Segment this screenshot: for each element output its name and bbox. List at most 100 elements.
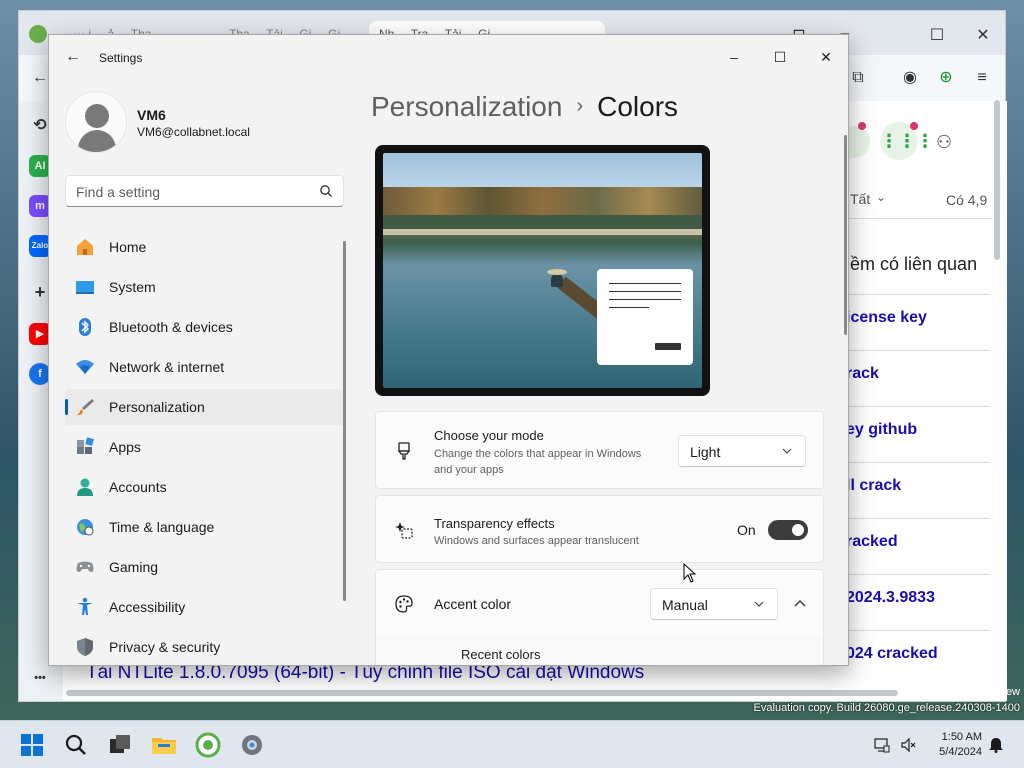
- profile-email: VM6@collabnet.local: [137, 125, 250, 139]
- nav-item-accessibility[interactable]: Accessibility: [65, 589, 344, 625]
- notification-bell-icon[interactable]: [988, 737, 1004, 753]
- minimize-button[interactable]: –: [711, 41, 757, 73]
- settings-app-icon[interactable]: [238, 731, 266, 759]
- settings-window[interactable]: ← Settings – ☐ ✕ VM6 VM6@collabnet.local…: [48, 34, 849, 666]
- divider: [826, 630, 990, 631]
- accent-dropdown[interactable]: Manual: [650, 588, 778, 620]
- home-icon: [77, 239, 93, 255]
- coccoc-browser-icon[interactable]: [194, 731, 222, 759]
- profile-icon[interactable]: ◉: [899, 67, 921, 89]
- download-icon[interactable]: ⊕: [935, 67, 957, 89]
- start-icon[interactable]: [18, 731, 46, 759]
- boatman-shape: [551, 273, 563, 287]
- nav-item-apps[interactable]: Apps: [65, 429, 344, 465]
- clock[interactable]: 1:50 AM 5/4/2024: [939, 730, 982, 760]
- clock-time: 1:50 AM: [941, 731, 982, 743]
- nav-item-system[interactable]: System: [65, 269, 344, 305]
- back-arrow-icon[interactable]: ←: [63, 47, 83, 67]
- accent-color-card[interactable]: Accent color Manual: [375, 569, 824, 637]
- mode-dropdown[interactable]: Light: [678, 435, 806, 467]
- watermark-line2: Evaluation copy. Build 26080.ge_release.…: [753, 702, 1020, 714]
- related-search-link[interactable]: 024 cracked: [846, 645, 938, 663]
- page-horizontal-scrollbar[interactable]: [66, 690, 898, 696]
- nav-item-personalization[interactable]: Personalization: [65, 389, 344, 425]
- chevron-down-icon: [754, 601, 764, 607]
- theme-preview: [375, 145, 710, 396]
- avatar-head: [85, 104, 109, 128]
- card-title: Choose your mode: [434, 428, 544, 443]
- volume-muted-icon[interactable]: [900, 737, 916, 753]
- network-tray-icon[interactable]: [874, 737, 890, 753]
- page-vertical-scrollbar[interactable]: [994, 100, 1000, 260]
- related-search-link[interactable]: 2024.3.9833: [846, 589, 935, 607]
- related-search-link[interactable]: rack: [846, 365, 879, 383]
- search-input[interactable]: [76, 182, 306, 202]
- divider: [826, 294, 990, 295]
- toggle-knob: [792, 524, 804, 536]
- preview-line: [609, 283, 681, 284]
- nav-label: Privacy & security: [109, 639, 221, 655]
- maximize-button[interactable]: ☐: [757, 41, 803, 73]
- nav-label: Personalization: [109, 399, 205, 415]
- shield-icon: [77, 638, 93, 656]
- nav-item-accounts[interactable]: Accounts: [65, 469, 344, 505]
- nav-item-network[interactable]: Network & internet: [65, 349, 344, 385]
- breadcrumb-separator-icon: ›: [576, 95, 584, 117]
- apps-icon: [77, 437, 94, 454]
- related-search-link[interactable]: ey github: [846, 421, 917, 439]
- related-search-link[interactable]: ll crack: [846, 477, 901, 495]
- nav-label: Accounts: [109, 479, 167, 495]
- divider: [826, 218, 992, 219]
- divider: [826, 574, 990, 575]
- account-icon: [77, 478, 93, 496]
- browser-maximize-button[interactable]: ☐: [927, 25, 947, 45]
- nav-label: Network & internet: [109, 359, 225, 375]
- breadcrumb-parent[interactable]: Personalization: [371, 91, 562, 122]
- browser-close-button[interactable]: ✕: [973, 25, 993, 45]
- filter-label[interactable]: Tất: [850, 191, 870, 207]
- notification-dot: [858, 122, 866, 130]
- browser-menu-icon[interactable]: ≡: [971, 67, 993, 89]
- palette-icon: [395, 595, 413, 613]
- content-scrollbar[interactable]: [844, 135, 847, 335]
- card-title: Transparency effects: [434, 516, 555, 531]
- nav-item-bluetooth[interactable]: Bluetooth & devices: [65, 309, 344, 345]
- user-icon[interactable]: ⚇: [936, 132, 952, 153]
- bluetooth-icon: [79, 318, 91, 336]
- nav-scrollbar[interactable]: [343, 241, 346, 601]
- mouse-cursor-icon: [683, 563, 697, 583]
- transparency-toggle[interactable]: [768, 520, 808, 540]
- riverbank-shape: [383, 229, 702, 235]
- close-button[interactable]: ✕: [803, 41, 848, 73]
- divider: [826, 406, 990, 407]
- nav-item-time-language[interactable]: Time & language: [65, 509, 344, 545]
- search-box[interactable]: [65, 175, 344, 207]
- gamepad-icon: [76, 561, 94, 572]
- taskbar: 1:50 AM 5/4/2024: [0, 720, 1024, 768]
- more-icon[interactable]: •••: [29, 667, 51, 689]
- related-search-link[interactable]: racked: [846, 533, 898, 551]
- chevron-up-icon[interactable]: [788, 592, 812, 616]
- nav-item-home[interactable]: Home: [65, 229, 344, 265]
- nav-label: System: [109, 279, 156, 295]
- search-icon[interactable]: [319, 184, 333, 198]
- divider: [826, 518, 990, 519]
- dropdown-value: Light: [690, 444, 721, 460]
- nav-item-privacy-security[interactable]: Privacy & security: [65, 629, 344, 665]
- chevron-down-icon: ⌄: [876, 190, 887, 204]
- coccoc-logo-icon: [29, 25, 47, 43]
- search-icon[interactable]: [62, 731, 90, 759]
- nav-label: Bluetooth & devices: [109, 319, 233, 335]
- related-search-link[interactable]: icense key: [846, 309, 927, 327]
- nav-item-gaming[interactable]: Gaming: [65, 549, 344, 585]
- clock-date: 5/4/2024: [939, 746, 982, 758]
- card-description: Windows and surfaces appear translucent: [434, 535, 639, 547]
- file-explorer-icon[interactable]: [150, 731, 178, 759]
- avatar[interactable]: [65, 91, 127, 153]
- wifi-icon: [76, 360, 94, 374]
- extensions-icon[interactable]: ⧉: [847, 67, 869, 89]
- task-view-icon[interactable]: [106, 731, 134, 759]
- result-count: Có 4,9: [946, 192, 988, 208]
- settings-nav: Home System Bluetooth & devices Network …: [65, 229, 344, 665]
- profile-name: VM6: [137, 107, 166, 123]
